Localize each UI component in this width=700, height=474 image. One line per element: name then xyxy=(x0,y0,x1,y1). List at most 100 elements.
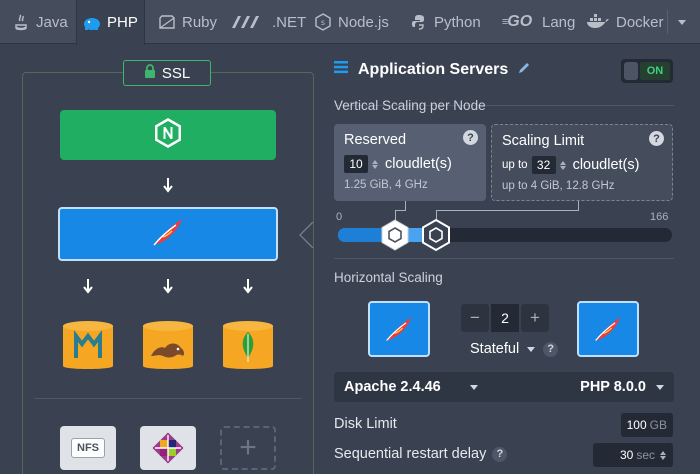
tab-label: Docker xyxy=(616,13,664,31)
tab-divider xyxy=(667,10,668,34)
tab-docker[interactable]: Docker xyxy=(580,0,670,44)
scaling-limit-card: Scaling Limit ? up to 32 cloudlet(s) up … xyxy=(491,124,673,201)
disk-limit-row: Disk Limit xyxy=(334,416,397,432)
plus-icon: + xyxy=(239,431,257,464)
engine-version-select[interactable]: PHP 8.0.0 xyxy=(580,379,646,395)
dotnet-icon xyxy=(230,13,266,31)
reserved-unit: cloudlet(s) xyxy=(385,156,452,172)
menu-icon[interactable] xyxy=(334,60,348,79)
tab-label: PHP xyxy=(107,14,138,31)
arrow-down-icon xyxy=(163,178,173,193)
toggle-knob xyxy=(624,62,638,80)
tab-label: Java xyxy=(36,13,68,31)
mariadb-icon xyxy=(63,321,113,369)
help-icon[interactable]: ? xyxy=(492,446,508,462)
help-icon[interactable]: ? xyxy=(543,341,559,357)
pencil-icon[interactable] xyxy=(518,61,530,79)
add-node-button[interactable]: + xyxy=(220,426,276,470)
limit-connector xyxy=(436,210,579,220)
arrow-down-icon xyxy=(243,279,253,294)
tab-label: Python xyxy=(434,13,481,31)
arrow-down-icon xyxy=(163,279,173,294)
on-off-toggle[interactable]: ON xyxy=(621,59,673,83)
pointer-notch xyxy=(299,222,313,248)
tab-go[interactable]: ≡ GO Lang xyxy=(492,0,581,44)
limit-spinner-icon[interactable] xyxy=(559,160,567,170)
limit-cloudlets-input[interactable]: 32 xyxy=(531,156,556,174)
tab-label: Lang xyxy=(542,13,576,31)
go-icon: ≡ GO xyxy=(501,13,533,30)
restart-spinner-icon[interactable] xyxy=(660,450,667,460)
disk-limit-unit: GB xyxy=(649,418,667,432)
reserved-cloudlets-input[interactable]: 10 xyxy=(344,155,368,173)
divider xyxy=(334,258,674,259)
tab-label: Node.js xyxy=(338,13,389,31)
scale-max-label: 166 xyxy=(650,211,669,223)
limit-handle-icon[interactable] xyxy=(419,218,453,252)
tab-php[interactable]: PHP xyxy=(76,0,145,45)
go-logo-text: GO xyxy=(507,13,533,30)
node-count-input[interactable]: 2 xyxy=(491,304,519,332)
svg-text:s: s xyxy=(321,18,325,27)
limit-prefix: up to xyxy=(502,159,528,171)
node-instance[interactable] xyxy=(368,301,430,357)
tab-java[interactable]: Java xyxy=(6,0,74,44)
postgresql-icon xyxy=(143,321,193,369)
reserved-card: Reserved ? 10 cloudlet(s) 1.25 GiB, 4 GH… xyxy=(334,124,486,201)
centos-icon xyxy=(152,432,184,464)
tab-label: .NET xyxy=(272,13,307,31)
panel-title: Application Servers xyxy=(358,60,509,78)
mongodb-icon xyxy=(223,321,273,369)
restart-delay-row: Sequential restart delay ? xyxy=(334,446,508,462)
lock-icon xyxy=(144,64,156,82)
decrement-button[interactable]: − xyxy=(461,304,489,332)
apache-feather-icon xyxy=(151,217,185,252)
restart-delay-input[interactable]: 30 sec xyxy=(593,443,673,467)
python-icon xyxy=(410,13,428,31)
node-instance[interactable] xyxy=(577,301,639,357)
disk-limit-input[interactable]: 100 GB xyxy=(621,413,673,437)
reserved-spinner-icon[interactable] xyxy=(372,159,379,169)
more-tabs-chevron-icon[interactable] xyxy=(674,14,690,30)
docker-icon xyxy=(586,13,610,31)
scale-min-label: 0 xyxy=(336,211,343,223)
centos-node[interactable] xyxy=(140,426,196,470)
help-icon[interactable]: ? xyxy=(649,131,664,146)
mongodb-node[interactable] xyxy=(220,318,276,374)
scaling-limit-title: Scaling Limit xyxy=(502,133,585,149)
reserved-title: Reserved xyxy=(344,132,407,148)
ruby-icon xyxy=(158,13,176,31)
ssl-label: SSL xyxy=(161,64,191,82)
php-icon xyxy=(83,14,101,32)
apache-feather-icon xyxy=(595,317,621,341)
tab-nodejs[interactable]: s Node.js xyxy=(308,0,395,44)
app-server-node[interactable] xyxy=(58,207,278,261)
nginx-icon xyxy=(153,117,183,154)
nfs-storage-node[interactable]: NFS xyxy=(60,426,116,470)
postgresql-node[interactable] xyxy=(140,318,196,374)
chevron-down-icon[interactable] xyxy=(470,385,478,390)
stack-tabbar: Java PHP Ruby .NET s Node.js Python ≡GO xyxy=(0,0,700,45)
tab-dotnet[interactable]: .NET xyxy=(224,0,312,44)
disk-limit-label: Disk Limit xyxy=(334,416,397,432)
node-count-stepper: − 2 + xyxy=(461,304,549,332)
restart-delay-label: Sequential restart delay xyxy=(334,446,487,462)
tab-ruby[interactable]: Ruby xyxy=(152,0,223,44)
chevron-down-icon[interactable] xyxy=(656,385,664,390)
help-icon[interactable]: ? xyxy=(463,130,478,145)
nodejs-icon: s xyxy=(314,13,332,31)
mariadb-node[interactable] xyxy=(60,318,116,374)
chevron-down-icon[interactable] xyxy=(527,346,536,352)
reserved-handle-icon[interactable] xyxy=(378,218,412,252)
apache-feather-icon xyxy=(386,317,412,341)
load-balancer-node[interactable] xyxy=(60,110,276,160)
scaling-mode-select[interactable]: Stateful xyxy=(470,341,519,357)
toggle-label: ON xyxy=(640,62,670,80)
server-version-select[interactable]: Apache 2.4.46 xyxy=(344,379,441,395)
tab-python[interactable]: Python xyxy=(404,0,487,44)
arrow-down-icon xyxy=(83,279,93,294)
reserved-resources: 1.25 GiB, 4 GHz xyxy=(344,179,428,191)
limit-resources: up to 4 GiB, 12.8 GHz xyxy=(502,180,615,192)
increment-button[interactable]: + xyxy=(521,304,549,332)
ssl-badge[interactable]: SSL xyxy=(123,60,211,86)
